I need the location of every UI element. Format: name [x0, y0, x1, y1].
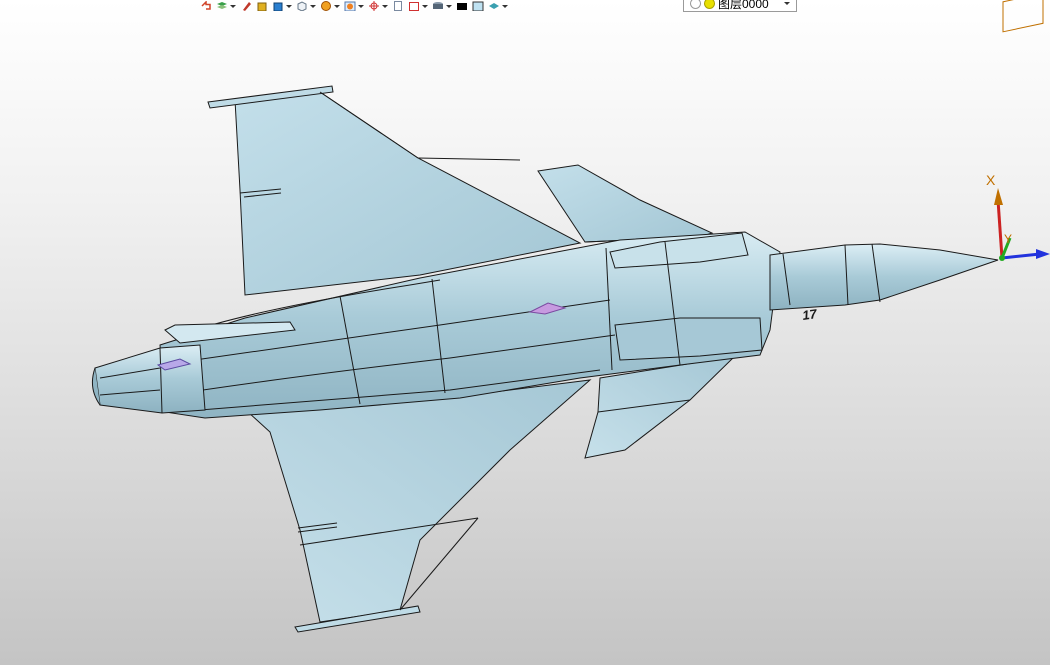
triad-x-arrow — [994, 188, 1003, 205]
nose-cone: 17 — [769, 243, 999, 323]
coordinate-triad: X Y — [986, 0, 1050, 261]
bottom-wing — [246, 379, 592, 633]
triad-x-axis — [996, 199, 1004, 259]
engine-nozzle — [91, 344, 206, 414]
3d-viewport[interactable]: 图层0000 17 X Y — [0, 0, 1050, 665]
aircraft-marking: 17 — [801, 306, 818, 323]
top-canard — [537, 164, 714, 243]
triad-origin — [999, 255, 1005, 261]
aircraft-model[interactable]: 17 X Y — [0, 0, 1050, 665]
triad-z-arrow — [1036, 249, 1050, 259]
triad-x-label: X — [986, 172, 996, 188]
triad-y-label: Y — [1004, 232, 1012, 246]
triad-plane — [1002, 0, 1044, 33]
triad-z-axis — [1001, 252, 1041, 260]
